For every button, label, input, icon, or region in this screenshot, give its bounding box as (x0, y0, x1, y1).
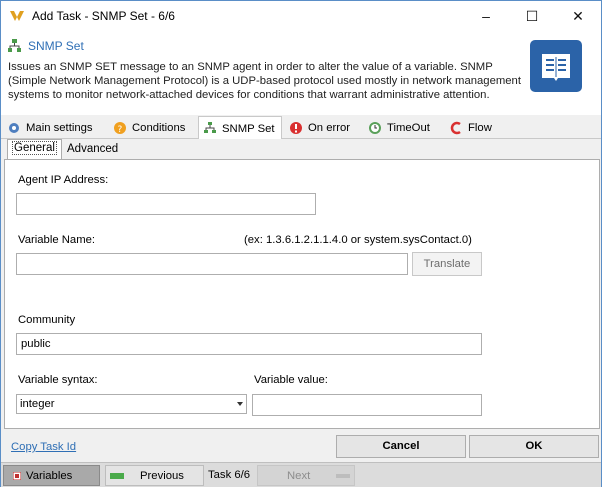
maximize-button[interactable]: ☐ (509, 1, 555, 31)
variables-icon (13, 472, 21, 480)
next-icon (336, 474, 350, 478)
svg-text:?: ? (118, 125, 123, 135)
task-type-title: SNMP Set (28, 39, 84, 53)
variable-name-hint: (ex: 1.3.6.1.2.1.1.4.0 or system.sysCont… (244, 234, 472, 246)
copy-task-id-link[interactable]: Copy Task Id (11, 441, 76, 453)
cancel-button[interactable]: Cancel (336, 435, 466, 458)
tab-label: Main settings (26, 122, 93, 134)
tab-label: TimeOut (387, 122, 430, 134)
subtab-label: General (12, 141, 57, 155)
agent-ip-input[interactable] (16, 193, 316, 215)
variable-syntax-value: integer (20, 398, 55, 410)
task-header: SNMP Set Issues an SNMP SET message to a… (1, 31, 601, 115)
tab-label: Conditions (132, 122, 186, 134)
tab-on-error[interactable]: On error (289, 118, 359, 139)
status-bar: Variables Previous Task 6/6 Next (1, 462, 601, 487)
add-task-window: Add Task - SNMP Set - 6/6 – ☐ ✕ SNMP Set… (0, 0, 602, 487)
tab-timeout[interactable]: TimeOut (368, 118, 440, 139)
gear-icon (9, 123, 19, 133)
minimize-button[interactable]: – (463, 1, 509, 31)
previous-label: Previous (140, 470, 184, 482)
tab-label: Flow (468, 122, 492, 134)
minimize-icon: – (482, 8, 490, 24)
variable-syntax-select[interactable]: integer (16, 394, 247, 414)
close-button[interactable]: ✕ (555, 1, 601, 31)
agent-ip-label: Agent IP Address: (18, 174, 109, 186)
question-icon: ? (114, 122, 126, 135)
maximize-icon: ☐ (525, 8, 539, 24)
subtab-general[interactable]: General (7, 139, 62, 159)
variables-button[interactable]: Variables (3, 465, 100, 486)
community-label: Community (18, 314, 76, 326)
variable-name-input[interactable] (16, 253, 408, 275)
variable-syntax-label: Variable syntax: (18, 374, 98, 386)
app-logo-icon (10, 11, 24, 21)
window-title: Add Task - SNMP Set - 6/6 (32, 9, 175, 23)
error-icon (290, 122, 302, 134)
general-panel: Agent IP Address: Variable Name: (ex: 1.… (4, 159, 600, 429)
dialog-footer: Copy Task Id Cancel OK (1, 429, 601, 462)
translate-button[interactable]: Translate (412, 252, 482, 276)
network-icon (204, 122, 216, 133)
task-description: Issues an SNMP SET message to an SNMP ag… (8, 61, 521, 101)
variable-value-input[interactable] (252, 394, 482, 416)
tab-label: SNMP Set (222, 123, 275, 135)
tab-conditions[interactable]: ? Conditions (113, 118, 193, 139)
flow-icon (450, 121, 461, 135)
tab-flow[interactable]: Flow (449, 118, 499, 139)
tab-main-settings[interactable]: Main settings (7, 118, 105, 139)
task-badge (530, 40, 582, 92)
timeout-icon (369, 122, 381, 134)
community-input[interactable]: public (16, 333, 482, 355)
chevron-down-icon (237, 402, 243, 406)
close-icon: ✕ (572, 8, 584, 24)
task-counter: Task 6/6 (208, 469, 251, 481)
ok-button[interactable]: OK (469, 435, 599, 458)
variables-label: Variables (26, 470, 73, 482)
tab-snmp-set[interactable]: SNMP Set (198, 116, 282, 140)
subtab-label: Advanced (67, 143, 119, 155)
snmp-network-icon (8, 39, 21, 52)
next-button[interactable]: Next (257, 465, 355, 486)
previous-icon (110, 473, 124, 479)
book-icon (542, 54, 570, 81)
sub-tab-strip: General Advanced (4, 139, 600, 159)
subtab-advanced[interactable]: Advanced (63, 141, 122, 159)
variable-value-label: Variable value: (254, 374, 328, 386)
title-bar: Add Task - SNMP Set - 6/6 – ☐ ✕ (1, 1, 601, 31)
next-label: Next (287, 470, 311, 482)
main-tab-strip: Main settings ? Conditions SNMP Set On e… (1, 115, 601, 140)
tab-label: On error (308, 122, 351, 134)
variable-name-label: Variable Name: (18, 234, 96, 246)
previous-button[interactable]: Previous (105, 465, 204, 486)
